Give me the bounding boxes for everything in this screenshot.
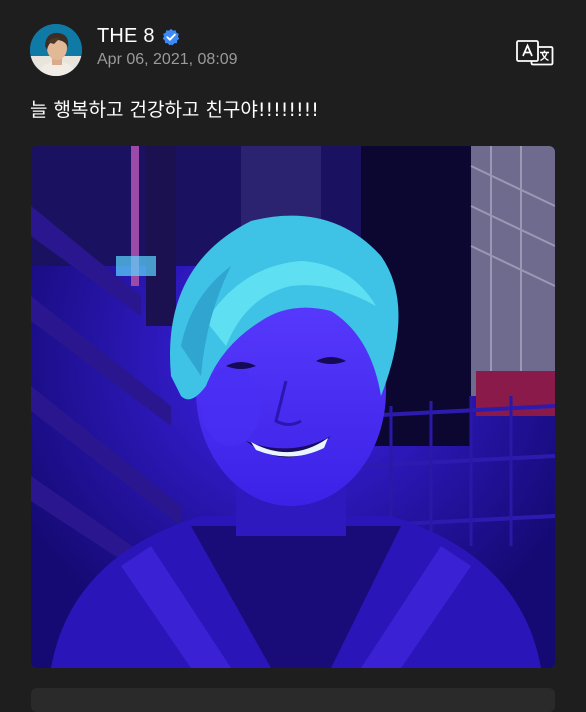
post-card: THE 8 Apr 06, 2021, 08:09 늘 행복하고 건강하고 친구… [0, 0, 586, 712]
selfie-photo [31, 146, 555, 668]
translate-icon [516, 40, 554, 66]
post-photo[interactable] [31, 146, 555, 668]
author-name[interactable]: THE 8 [97, 25, 155, 48]
translate-button[interactable] [516, 40, 554, 66]
post-timestamp: Apr 06, 2021, 08:09 [97, 51, 238, 68]
author-avatar[interactable] [30, 24, 82, 76]
post-text: 늘 행복하고 건강하고 친구야!!!!!!!! [30, 99, 319, 121]
next-post-card[interactable] [31, 688, 555, 712]
verified-badge-icon [162, 28, 180, 46]
author-row: THE 8 [97, 25, 180, 48]
avatar-image [30, 24, 82, 76]
